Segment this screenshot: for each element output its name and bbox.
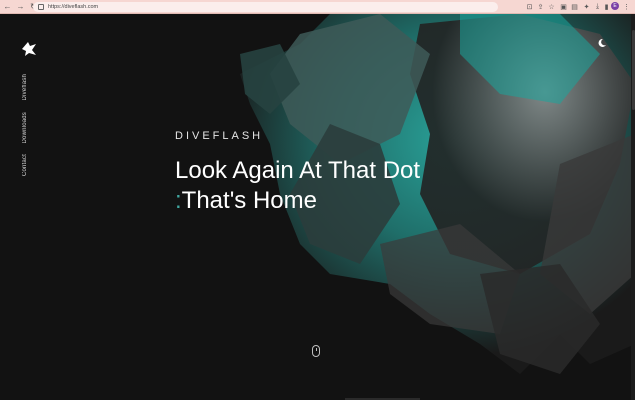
- hero-section: Diveflash Downloads Contact DIVEFLASH Lo…: [0, 14, 635, 400]
- diveflash-logo-icon[interactable]: [20, 41, 38, 57]
- nav-item-contact[interactable]: Contact: [22, 154, 36, 176]
- mouse-scroll-icon[interactable]: [312, 345, 320, 357]
- headline-accent: :: [175, 187, 182, 214]
- back-icon[interactable]: ←: [2, 1, 13, 13]
- headline-line-1: Look Again At That Dot: [175, 157, 421, 184]
- extension-icon[interactable]: ▤: [571, 2, 578, 11]
- headline-line-2: :That's Home: [175, 186, 420, 216]
- moon-icon[interactable]: [597, 38, 607, 48]
- profile-avatar[interactable]: E: [611, 2, 619, 10]
- scrollbar[interactable]: [631, 14, 635, 400]
- nav-item-downloads[interactable]: Downloads: [22, 112, 36, 143]
- download-icon[interactable]: ⤓: [594, 2, 601, 11]
- vertical-nav: Diveflash Downloads Contact: [22, 74, 36, 194]
- brand-eyebrow: DIVEFLASH: [175, 130, 264, 142]
- headline-line-2-text: That's Home: [181, 187, 317, 214]
- menu-kebab-icon[interactable]: ⋮: [623, 2, 630, 11]
- bookmark-star-icon[interactable]: ☆: [548, 2, 555, 11]
- lock-icon: [38, 4, 44, 10]
- nav-item-diveflash[interactable]: Diveflash: [22, 74, 36, 100]
- forward-icon[interactable]: →: [15, 1, 26, 13]
- sidebar-icon[interactable]: ▮: [603, 2, 610, 11]
- share-icon[interactable]: ⇪: [537, 2, 544, 11]
- translate-icon[interactable]: ⊡: [526, 2, 533, 11]
- url-text: https://diveflash.com: [48, 4, 99, 10]
- address-bar[interactable]: https://diveflash.com: [33, 2, 498, 12]
- browser-toolbar: ← → ↻ https://diveflash.com ⊡ ⇪ ☆ ▣ ▤ ✦ …: [0, 0, 635, 14]
- extension-icon[interactable]: ▣: [560, 2, 567, 11]
- puzzle-icon[interactable]: ✦: [583, 2, 590, 11]
- hero-headline: Look Again At That Dot :That's Home: [175, 156, 420, 216]
